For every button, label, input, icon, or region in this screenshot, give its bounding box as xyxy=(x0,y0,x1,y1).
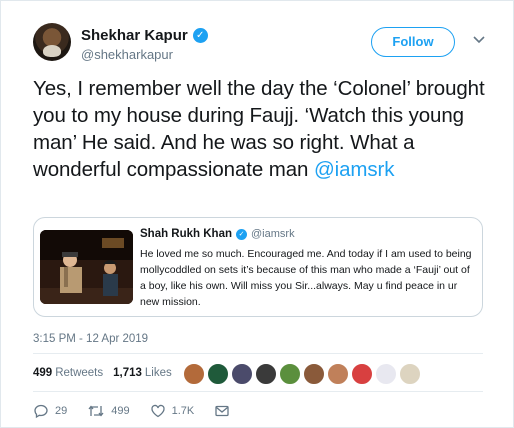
follow-button[interactable]: Follow xyxy=(371,27,455,57)
liker-avatar[interactable] xyxy=(183,363,205,385)
author-display-name[interactable]: Shekhar Kapur xyxy=(81,27,188,44)
retweet-count: 499 xyxy=(111,405,130,417)
retweets-label: Retweets xyxy=(55,367,104,379)
heart-icon xyxy=(150,404,165,418)
direct-message-action[interactable] xyxy=(214,403,236,419)
like-count: 1.7K xyxy=(171,405,195,417)
tweet-mention-link[interactable]: @iamsrk xyxy=(314,158,395,181)
likes-label: Likes xyxy=(144,367,172,379)
quoted-author-handle: @iamsrk xyxy=(251,228,295,240)
liker-avatar[interactable] xyxy=(231,363,253,385)
retweets-count: 499 xyxy=(33,367,53,379)
author-name-row: Shekhar Kapur ✓ xyxy=(81,27,208,44)
retweets-stat[interactable]: 499 Retweets xyxy=(33,367,103,379)
likes-stat[interactable]: 1,713 Likes xyxy=(113,367,172,379)
reply-action[interactable]: 29 xyxy=(33,403,67,419)
quoted-tweet-text: He loved me so much. Encouraged me. And … xyxy=(140,248,472,308)
verified-badge-icon: ✓ xyxy=(192,28,208,43)
liker-avatar[interactable] xyxy=(303,363,325,385)
tweet-timestamp[interactable]: 3:15 PM - 12 Apr 2019 xyxy=(33,333,148,345)
tweet-card: Shekhar Kapur ✓ @shekharkapur Follow Yes… xyxy=(0,0,514,428)
tweet-actions: 29 499 1.7K xyxy=(33,403,256,419)
liker-avatar[interactable] xyxy=(207,363,229,385)
stage-photo-image xyxy=(40,230,133,304)
author-handle[interactable]: @shekharkapur xyxy=(81,47,173,62)
liker-avatar[interactable] xyxy=(255,363,277,385)
tweet-header: Shekhar Kapur ✓ @shekharkapur Follow xyxy=(33,23,503,67)
quoted-tweet-body: Shah Rukh Khan ✓ @iamsrk He loved me so … xyxy=(140,228,476,310)
tweet-text: Yes, I remember well the day the ‘Colone… xyxy=(33,75,503,183)
retweet-action[interactable]: 499 xyxy=(87,403,130,419)
author-avatar[interactable] xyxy=(33,23,71,61)
liker-avatar[interactable] xyxy=(327,363,349,385)
reply-icon xyxy=(34,404,48,419)
quoted-verified-badge-icon: ✓ xyxy=(236,228,248,240)
chevron-down-icon[interactable] xyxy=(470,31,488,49)
like-action[interactable]: 1.7K xyxy=(150,403,195,419)
tweet-body: Yes, I remember well the day the ‘Colone… xyxy=(33,77,485,181)
liker-avatar[interactable] xyxy=(375,363,397,385)
divider xyxy=(33,391,483,392)
quoted-tweet[interactable]: Shah Rukh Khan ✓ @iamsrk He loved me so … xyxy=(33,217,483,317)
liker-avatars xyxy=(183,363,423,385)
engagement-stats: 499 Retweets 1,713 Likes xyxy=(33,367,182,379)
quoted-tweet-image[interactable] xyxy=(40,230,133,304)
quoted-author-name: Shah Rukh Khan xyxy=(140,228,233,240)
liker-avatar[interactable] xyxy=(399,363,421,385)
retweet-icon xyxy=(88,405,104,417)
likes-count: 1,713 xyxy=(113,367,142,379)
divider xyxy=(33,353,483,354)
liker-avatar[interactable] xyxy=(279,363,301,385)
envelope-icon xyxy=(215,405,229,417)
reply-count: 29 xyxy=(55,405,68,417)
liker-avatar[interactable] xyxy=(351,363,373,385)
quoted-tweet-header: Shah Rukh Khan ✓ @iamsrk xyxy=(140,228,476,240)
